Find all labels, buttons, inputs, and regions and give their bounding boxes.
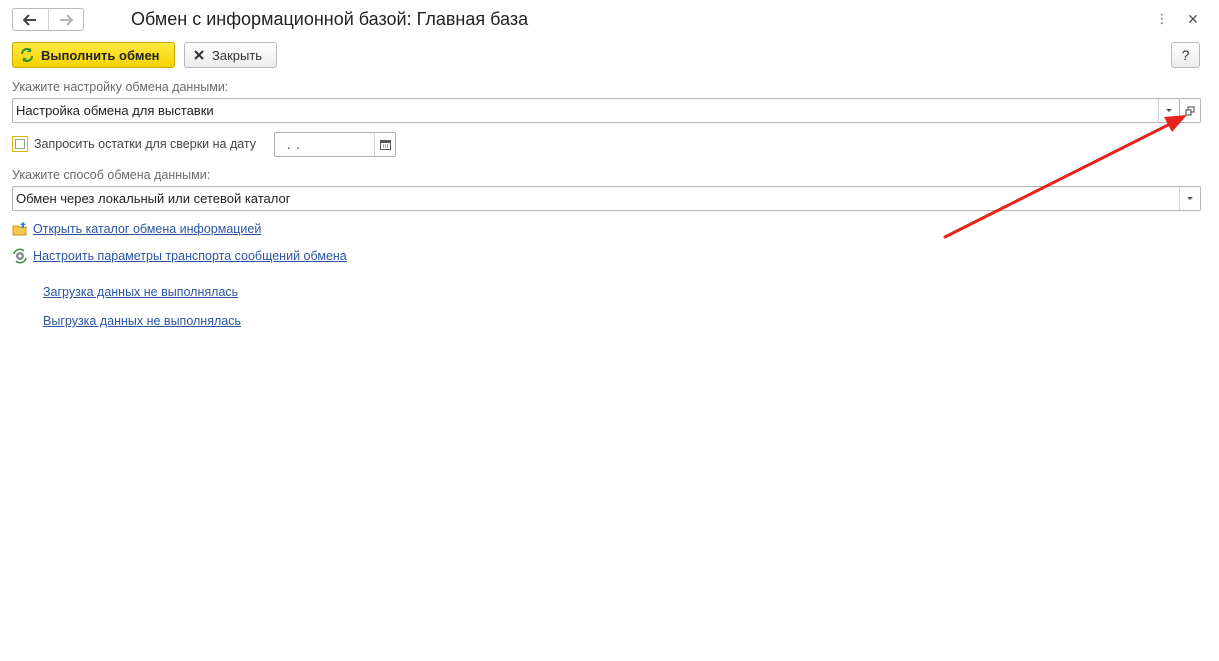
request-balance-checkbox[interactable] bbox=[12, 136, 28, 152]
exchange-setting-dropdown-button[interactable] bbox=[1158, 99, 1179, 122]
folder-icon bbox=[12, 222, 27, 236]
open-window-icon bbox=[1185, 106, 1195, 115]
arrow-left-icon bbox=[23, 13, 37, 26]
exchange-method-field[interactable]: Обмен через локальный или сетевой катало… bbox=[12, 186, 1201, 211]
sync-icon bbox=[21, 48, 33, 62]
more-actions-icon[interactable]: ⋮ bbox=[1153, 10, 1171, 28]
window-title: Обмен с информационной базой: Главная ба… bbox=[131, 9, 529, 29]
close-icon bbox=[194, 50, 204, 60]
close-label: Закрыть bbox=[212, 47, 263, 63]
export-status-link[interactable]: Выгрузка данных не выполнялась bbox=[43, 314, 241, 328]
exchange-setting-value: Настройка обмена для выставки bbox=[16, 103, 214, 118]
exchange-method-dropdown-button[interactable] bbox=[1179, 187, 1200, 210]
chevron-down-icon bbox=[1187, 197, 1193, 200]
configure-transport-link[interactable]: Настроить параметры транспорта сообщений… bbox=[33, 249, 347, 263]
execute-exchange-label: Выполнить обмен bbox=[41, 47, 160, 63]
execute-exchange-button[interactable]: Выполнить обмен bbox=[12, 42, 175, 68]
back-button[interactable] bbox=[13, 9, 48, 30]
exchange-setting-label: Укажите настройку обмена данными: bbox=[12, 80, 229, 94]
close-button[interactable]: Закрыть bbox=[184, 42, 277, 68]
calendar-button[interactable] bbox=[374, 133, 395, 156]
forward-button[interactable] bbox=[47, 9, 84, 30]
close-window-icon[interactable]: ✕ bbox=[1184, 10, 1202, 28]
balance-date-value: . . bbox=[287, 137, 301, 152]
configure-transport-row: Настроить параметры транспорта сообщений… bbox=[12, 248, 347, 264]
import-status-link[interactable]: Загрузка данных не выполнялась bbox=[43, 285, 238, 299]
open-catalog-row: Открыть каталог обмена информацией bbox=[12, 221, 261, 237]
calendar-icon bbox=[379, 140, 391, 150]
help-button[interactable]: ? bbox=[1171, 42, 1200, 68]
arrow-right-icon bbox=[59, 13, 73, 26]
open-catalog-link[interactable]: Открыть каталог обмена информацией bbox=[33, 222, 261, 236]
history-navigation bbox=[12, 8, 84, 31]
settings-sync-icon bbox=[13, 248, 27, 264]
exchange-method-label: Укажите способ обмена данными: bbox=[12, 168, 211, 182]
chevron-down-icon bbox=[1166, 109, 1172, 112]
open-setting-button[interactable] bbox=[1180, 98, 1201, 123]
request-balance-label: Запросить остатки для сверки на дату bbox=[34, 137, 257, 151]
exchange-method-value: Обмен через локальный или сетевой катало… bbox=[16, 191, 291, 206]
balance-date-field[interactable]: . . bbox=[274, 132, 396, 157]
checkbox-box bbox=[15, 139, 25, 149]
exchange-setting-field[interactable]: Настройка обмена для выставки bbox=[12, 98, 1180, 123]
